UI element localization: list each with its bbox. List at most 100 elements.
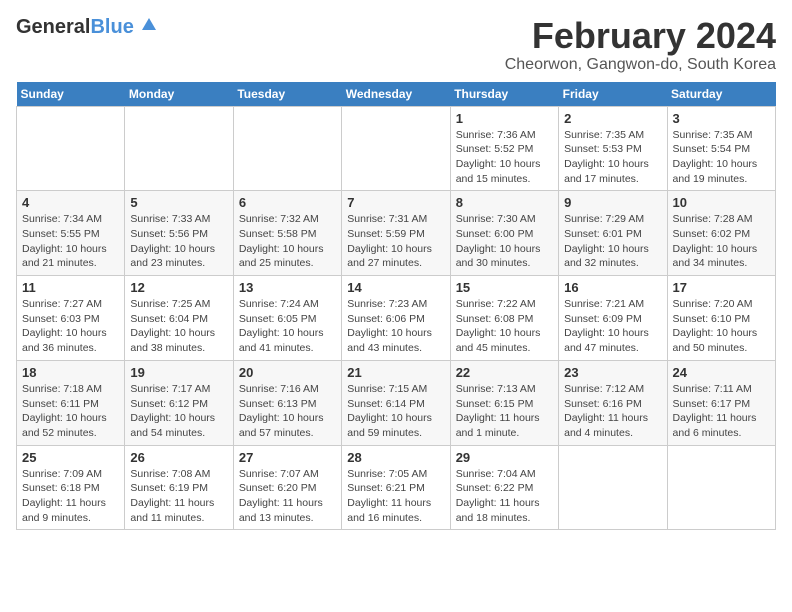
calendar-cell: 26 Sunrise: 7:08 AMSunset: 6:19 PMDayligh… (125, 445, 233, 530)
day-number: 25 (22, 450, 119, 465)
day-header-monday: Monday (125, 82, 233, 107)
day-number: 26 (130, 450, 227, 465)
day-number: 23 (564, 365, 661, 380)
week-row-2: 4Sunrise: 7:34 AMSunset: 5:55 PMDaylight… (17, 191, 776, 276)
day-info: Sunrise: 7:32 AMSunset: 5:58 PMDaylight:… (239, 212, 336, 271)
calendar-cell: 15 Sunrise: 7:22 AMSunset: 6:08 PMDayligh… (450, 276, 558, 361)
day-info: Sunrise: 7:18 AMSunset: 6:11 PMDaylight:… (22, 382, 119, 441)
title-section: February 2024 Cheorwon, Gangwon-do, Sout… (505, 16, 776, 74)
week-row-4: 18Sunrise: 7:18 AMSunset: 6:11 PMDayligh… (17, 360, 776, 445)
calendar-subtitle: Cheorwon, Gangwon-do, South Korea (505, 56, 776, 74)
calendar-title: February 2024 (505, 16, 776, 56)
calendar-cell: 8 Sunrise: 7:30 AMSunset: 6:00 PMDaylight… (450, 191, 558, 276)
day-info: Sunrise: 7:27 AMSunset: 6:03 PMDaylight:… (22, 297, 119, 356)
week-row-1: 1 Sunrise: 7:36 AMSunset: 5:52 PMDaylight… (17, 106, 776, 191)
day-info: Sunrise: 7:17 AMSunset: 6:12 PMDaylight:… (130, 382, 227, 441)
day-number: 16 (564, 280, 661, 295)
calendar-cell: 2 Sunrise: 7:35 AMSunset: 5:53 PMDaylight… (559, 106, 667, 191)
logo-text: GeneralBlue (16, 16, 134, 39)
day-info: Sunrise: 7:07 AMSunset: 6:20 PMDaylight:… (239, 467, 336, 526)
day-info: Sunrise: 7:30 AMSunset: 6:00 PMDaylight:… (456, 212, 553, 271)
calendar-cell: 16 Sunrise: 7:21 AMSunset: 6:09 PMDayligh… (559, 276, 667, 361)
day-number: 7 (347, 195, 444, 210)
day-number: 29 (456, 450, 553, 465)
calendar-cell: 7Sunrise: 7:31 AMSunset: 5:59 PMDaylight… (342, 191, 450, 276)
calendar-cell (125, 106, 233, 191)
day-info: Sunrise: 7:16 AMSunset: 6:13 PMDaylight:… (239, 382, 336, 441)
calendar-cell: 4Sunrise: 7:34 AMSunset: 5:55 PMDaylight… (17, 191, 125, 276)
page-header: GeneralBlue February 2024 Cheorwon, Gang… (16, 16, 776, 74)
day-number: 13 (239, 280, 336, 295)
day-info: Sunrise: 7:05 AMSunset: 6:21 PMDaylight:… (347, 467, 444, 526)
day-number: 20 (239, 365, 336, 380)
calendar-cell (667, 445, 775, 530)
day-info: Sunrise: 7:22 AMSunset: 6:08 PMDaylight:… (456, 297, 553, 356)
calendar-cell: 19 Sunrise: 7:17 AMSunset: 6:12 PMDayligh… (125, 360, 233, 445)
day-info: Sunrise: 7:25 AMSunset: 6:04 PMDaylight:… (130, 297, 227, 356)
calendar-cell: 12 Sunrise: 7:25 AMSunset: 6:04 PMDayligh… (125, 276, 233, 361)
day-number: 27 (239, 450, 336, 465)
calendar-cell: 22Sunrise: 7:13 AMSunset: 6:15 PMDayligh… (450, 360, 558, 445)
calendar-cell: 1 Sunrise: 7:36 AMSunset: 5:52 PMDaylight… (450, 106, 558, 191)
day-info: Sunrise: 7:24 AMSunset: 6:05 PMDaylight:… (239, 297, 336, 356)
day-info: Sunrise: 7:20 AMSunset: 6:10 PMDaylight:… (673, 297, 770, 356)
calendar-cell (342, 106, 450, 191)
logo-blue: Blue (90, 16, 133, 38)
day-number: 6 (239, 195, 336, 210)
calendar-cell (559, 445, 667, 530)
day-info: Sunrise: 7:11 AMSunset: 6:17 PMDaylight:… (673, 382, 770, 441)
logo-icon (140, 16, 158, 39)
day-info: Sunrise: 7:36 AMSunset: 5:52 PMDaylight:… (456, 128, 553, 187)
calendar-cell: 29 Sunrise: 7:04 AMSunset: 6:22 PMDayligh… (450, 445, 558, 530)
day-info: Sunrise: 7:35 AMSunset: 5:53 PMDaylight:… (564, 128, 661, 187)
day-number: 1 (456, 111, 553, 126)
logo: GeneralBlue (16, 16, 158, 39)
day-header-wednesday: Wednesday (342, 82, 450, 107)
day-number: 9 (564, 195, 661, 210)
day-number: 28 (347, 450, 444, 465)
day-header-saturday: Saturday (667, 82, 775, 107)
day-header-tuesday: Tuesday (233, 82, 341, 107)
day-number: 5 (130, 195, 227, 210)
day-info: Sunrise: 7:21 AMSunset: 6:09 PMDaylight:… (564, 297, 661, 356)
day-number: 22 (456, 365, 553, 380)
day-number: 8 (456, 195, 553, 210)
day-number: 10 (673, 195, 770, 210)
day-info: Sunrise: 7:35 AMSunset: 5:54 PMDaylight:… (673, 128, 770, 187)
day-info: Sunrise: 7:08 AMSunset: 6:19 PMDaylight:… (130, 467, 227, 526)
calendar-cell: 21 Sunrise: 7:15 AMSunset: 6:14 PMDayligh… (342, 360, 450, 445)
calendar-cell: 25Sunrise: 7:09 AMSunset: 6:18 PMDayligh… (17, 445, 125, 530)
calendar-cell: 20 Sunrise: 7:16 AMSunset: 6:13 PMDayligh… (233, 360, 341, 445)
day-header-thursday: Thursday (450, 82, 558, 107)
day-info: Sunrise: 7:04 AMSunset: 6:22 PMDaylight:… (456, 467, 553, 526)
calendar-cell (17, 106, 125, 191)
calendar-cell: 24Sunrise: 7:11 AMSunset: 6:17 PMDayligh… (667, 360, 775, 445)
calendar-cell: 23Sunrise: 7:12 AMSunset: 6:16 PMDayligh… (559, 360, 667, 445)
calendar-cell: 11 Sunrise: 7:27 AMSunset: 6:03 PMDayligh… (17, 276, 125, 361)
calendar-cell: 6 Sunrise: 7:32 AMSunset: 5:58 PMDaylight… (233, 191, 341, 276)
day-number: 15 (456, 280, 553, 295)
day-number: 12 (130, 280, 227, 295)
day-number: 4 (22, 195, 119, 210)
calendar-cell: 10Sunrise: 7:28 AMSunset: 6:02 PMDayligh… (667, 191, 775, 276)
header-row: SundayMondayTuesdayWednesdayThursdayFrid… (17, 82, 776, 107)
calendar-cell: 18Sunrise: 7:18 AMSunset: 6:11 PMDayligh… (17, 360, 125, 445)
week-row-5: 25Sunrise: 7:09 AMSunset: 6:18 PMDayligh… (17, 445, 776, 530)
calendar-cell: 27 Sunrise: 7:07 AMSunset: 6:20 PMDayligh… (233, 445, 341, 530)
day-number: 17 (673, 280, 770, 295)
day-number: 19 (130, 365, 227, 380)
calendar-cell (233, 106, 341, 191)
day-number: 2 (564, 111, 661, 126)
day-header-sunday: Sunday (17, 82, 125, 107)
week-row-3: 11 Sunrise: 7:27 AMSunset: 6:03 PMDayligh… (17, 276, 776, 361)
calendar-cell: 17 Sunrise: 7:20 AMSunset: 6:10 PMDayligh… (667, 276, 775, 361)
day-info: Sunrise: 7:15 AMSunset: 6:14 PMDaylight:… (347, 382, 444, 441)
calendar-table: SundayMondayTuesdayWednesdayThursdayFrid… (16, 82, 776, 531)
calendar-cell: 28 Sunrise: 7:05 AMSunset: 6:21 PMDayligh… (342, 445, 450, 530)
logo-general: General (16, 16, 90, 38)
day-number: 11 (22, 280, 119, 295)
calendar-cell: 5Sunrise: 7:33 AMSunset: 5:56 PMDaylight… (125, 191, 233, 276)
day-number: 21 (347, 365, 444, 380)
day-info: Sunrise: 7:29 AMSunset: 6:01 PMDaylight:… (564, 212, 661, 271)
day-number: 14 (347, 280, 444, 295)
